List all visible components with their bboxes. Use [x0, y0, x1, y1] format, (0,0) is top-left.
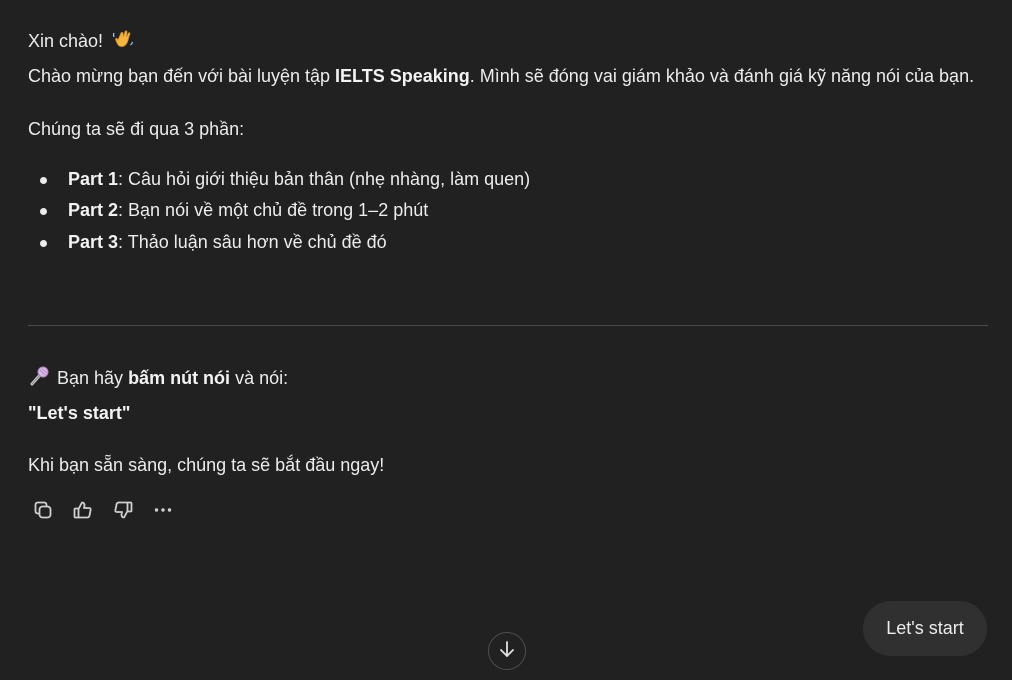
part-label: Part 1 [68, 168, 119, 189]
section-divider [28, 325, 988, 326]
intro-text-bold: IELTS Speaking [335, 65, 470, 86]
intro-paragraph: Chào mừng bạn đến với bài luyện tập IELT… [28, 61, 988, 93]
arrow-down-icon [497, 639, 517, 664]
more-icon [152, 499, 174, 521]
lets-start-label: Let's start [886, 618, 964, 638]
copy-button[interactable] [27, 496, 59, 524]
ready-line: Khi bạn sẵn sàng, chúng ta sẽ bắt đầu ng… [28, 455, 385, 475]
instruction-text-pre: Bạn hãy [52, 368, 129, 388]
scroll-down-button[interactable] [488, 632, 526, 670]
message-actions [27, 496, 179, 524]
parts-list: Part 1: Câu hỏi giới thiệu bản thân (nhẹ… [28, 164, 988, 259]
microphone-icon [28, 365, 52, 398]
quote-line: "Let's start" [28, 398, 988, 430]
instruction-text-bold: bấm nút nói [128, 368, 231, 388]
instruction-text-post: và nói: [230, 368, 289, 388]
thumbs-up-button[interactable] [67, 496, 99, 524]
instruction-line: Bạn hãy bấm nút nói và nói: [28, 363, 988, 398]
chat-page: Xin chào! Chào mừng bạn đến với bài luyệ… [0, 0, 1012, 680]
list-item-part-3: Part 3: Thảo luận sâu hơn về chủ đề đó [40, 227, 988, 259]
quote-text: "Let's start" [28, 402, 131, 423]
waving-hand-icon [112, 28, 134, 61]
part-label: Part 2 [68, 200, 119, 220]
list-item-part-1: Part 1: Câu hỏi giới thiệu bản thân (nhẹ… [40, 164, 988, 196]
assistant-message: Xin chào! Chào mừng bạn đến với bài luyệ… [28, 26, 988, 258]
part-text: : Thảo luận sâu hơn về chủ đề đó [118, 231, 387, 252]
thumbs-down-icon [112, 499, 134, 521]
thumbs-down-button[interactable] [107, 496, 139, 524]
greeting-line: Xin chào! [28, 26, 988, 61]
part-text: : Bạn nói về một chủ đề trong 1–2 phút [118, 200, 429, 220]
part-label: Part 3 [68, 231, 119, 252]
intro-text-post: . Mình sẽ đóng vai giám khảo và đánh giá… [469, 65, 975, 86]
greeting-text: Xin chào! [28, 31, 104, 51]
copy-icon [32, 499, 54, 521]
lets-start-button[interactable]: Let's start [863, 601, 987, 656]
thumbs-up-icon [72, 499, 94, 521]
instruction-block: Bạn hãy bấm nút nói và nói: "Let's start… [28, 363, 988, 482]
intro-text-pre: Chào mừng bạn đến với bài luyện tập [28, 65, 336, 86]
parts-intro: Chúng ta sẽ đi qua 3 phần: [28, 119, 245, 139]
more-button[interactable] [147, 496, 179, 524]
part-text: : Câu hỏi giới thiệu bản thân (nhẹ nhàng… [118, 168, 531, 189]
list-item-part-2: Part 2: Bạn nói về một chủ đề trong 1–2 … [40, 195, 988, 227]
